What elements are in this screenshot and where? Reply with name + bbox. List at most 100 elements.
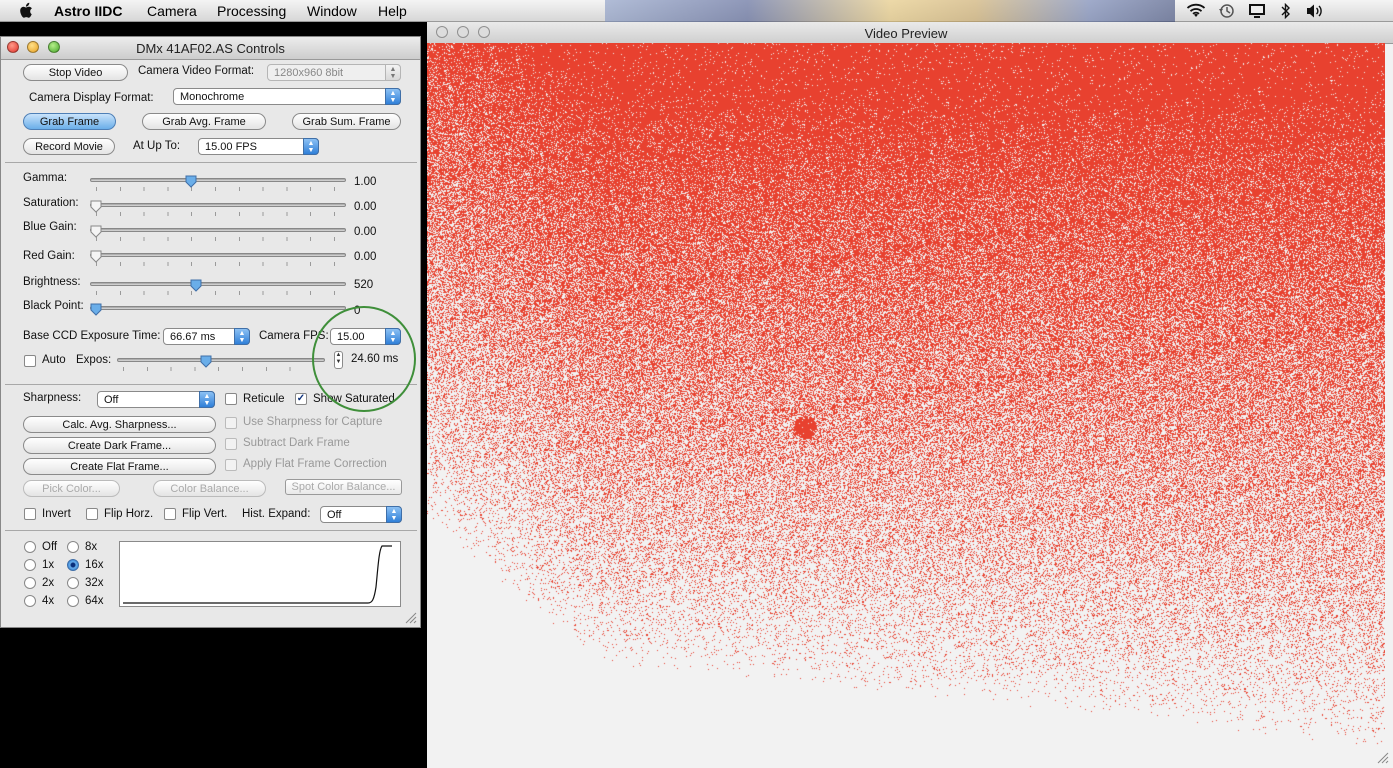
base-ccd-exposure-value: 66.67 ms [170, 331, 216, 343]
red-gain-value: 0.00 [354, 251, 377, 263]
show-saturated-checkbox[interactable]: ✓ [295, 393, 307, 405]
blue-gain-label: Blue Gain: [23, 221, 77, 233]
highlight-circle [312, 306, 416, 412]
zoom-radio-2x[interactable] [24, 577, 36, 589]
flip-vert-checkbox[interactable] [164, 508, 176, 520]
tick-marks [96, 291, 336, 295]
camera-display-format-select[interactable]: Monochrome ▲ ▼ [173, 88, 401, 105]
gamma-label: Gamma: [23, 172, 68, 184]
sharpness-select[interactable]: Off ▲ ▼ [97, 391, 215, 408]
zoom-radio-8x[interactable] [67, 541, 79, 553]
menu-camera[interactable]: Camera [147, 3, 197, 19]
zoom-option-label: 64x [85, 595, 104, 607]
black-point-slider-track[interactable] [90, 306, 346, 310]
zoom-radio-16x[interactable] [67, 559, 79, 571]
red-gain-slider-thumb[interactable] [90, 250, 102, 263]
apply-flat-checkbox[interactable] [225, 459, 237, 471]
spot-color-balance-button[interactable]: Spot Color Balance... [285, 479, 402, 495]
camera-video-format-value: 1280x960 8bit [274, 67, 344, 79]
invert-label: Invert [42, 508, 71, 520]
zoom-radio-1x[interactable] [24, 559, 36, 571]
zoom-radio-64x[interactable] [67, 595, 79, 607]
grab-frame-button[interactable]: Grab Frame [23, 113, 116, 130]
app-menu[interactable]: Astro IIDC [54, 3, 122, 19]
at-up-to-select[interactable]: 15.00 FPS ▲ ▼ [198, 138, 319, 155]
blue-gain-slider-thumb[interactable] [90, 225, 102, 238]
auto-label: Auto [42, 354, 66, 366]
base-ccd-exposure-label: Base CCD Exposure Time: [23, 330, 161, 342]
zoom-option-label: Off [42, 541, 58, 553]
zoom-radio-32x[interactable] [67, 577, 79, 589]
camera-display-format-value: Monochrome [180, 91, 245, 103]
subtract-dark-frame-checkbox[interactable] [225, 438, 237, 450]
menu-window[interactable]: Window [307, 3, 357, 19]
calc-avg-sharpness-button[interactable]: Calc. Avg. Sharpness... [23, 416, 216, 433]
use-sharpness-checkbox[interactable] [225, 417, 237, 429]
chevron-updown-icon: ▲ ▼ [199, 391, 215, 408]
color-balance-button[interactable]: Color Balance... [153, 480, 266, 497]
exposure-slider-track[interactable] [117, 358, 325, 362]
divider [5, 162, 417, 163]
black-point-slider-thumb[interactable] [90, 303, 102, 316]
at-up-to-value: 15.00 FPS [205, 141, 257, 153]
brightness-slider-thumb[interactable] [190, 279, 202, 292]
zoom-option-label: 2x [42, 577, 55, 589]
sharpness-label: Sharpness: [23, 392, 82, 404]
wifi-icon[interactable] [1186, 3, 1206, 19]
create-flat-frame-button[interactable]: Create Flat Frame... [23, 458, 216, 475]
saturation-slider-track[interactable] [90, 203, 346, 207]
apple-icon[interactable] [19, 2, 35, 20]
saturation-slider-thumb[interactable] [90, 200, 102, 213]
auto-exposure-checkbox[interactable] [24, 355, 36, 367]
menu-processing[interactable]: Processing [217, 3, 286, 19]
brightness-slider-track[interactable] [90, 282, 346, 286]
tick-marks [96, 187, 336, 191]
grab-avg-frame-button[interactable]: Grab Avg. Frame [142, 113, 266, 130]
saturation-value: 0.00 [354, 201, 377, 213]
use-sharpness-label: Use Sharpness for Capture [243, 416, 383, 428]
red-gain-slider-track[interactable] [90, 253, 346, 257]
zoom-radio-off[interactable] [24, 541, 36, 553]
bluetooth-icon[interactable] [1281, 3, 1291, 19]
brightness-label: Brightness: [23, 276, 81, 288]
video-titlebar: Video Preview [427, 22, 1393, 44]
base-ccd-exposure-select[interactable]: 66.67 ms ▲ ▼ [163, 328, 250, 345]
gamma-slider-track[interactable] [90, 178, 346, 182]
blue-gain-slider-track[interactable] [90, 228, 346, 232]
hist-expand-select[interactable]: Off ▲ ▼ [320, 506, 402, 523]
time-machine-icon[interactable] [1218, 3, 1235, 19]
stop-video-button[interactable]: Stop Video [23, 64, 128, 81]
chevron-updown-icon: ▲ ▼ [386, 506, 402, 523]
hist-expand-value: Off [327, 509, 342, 521]
volume-icon[interactable] [1306, 3, 1324, 19]
invert-checkbox[interactable] [24, 508, 36, 520]
tick-marks [123, 367, 323, 371]
record-movie-button[interactable]: Record Movie [23, 138, 115, 155]
expos-label: Expos: [76, 354, 112, 366]
tick-marks [96, 212, 336, 216]
apply-flat-label: Apply Flat Frame Correction [243, 458, 387, 470]
gamma-slider-thumb[interactable] [185, 175, 197, 188]
reticule-checkbox[interactable] [225, 393, 237, 405]
video-preview-image[interactable] [427, 43, 1385, 764]
grab-sum-frame-button[interactable]: Grab Sum. Frame [292, 113, 401, 130]
create-dark-frame-button[interactable]: Create Dark Frame... [23, 437, 216, 454]
camera-video-format-label: Camera Video Format: [138, 65, 255, 77]
resize-grip-icon[interactable] [403, 610, 417, 624]
zoom-radio-4x[interactable] [24, 595, 36, 607]
blue-gain-value: 0.00 [354, 226, 377, 238]
controls-titlebar: DMx 41AF02.AS Controls [1, 37, 420, 60]
pick-color-button[interactable]: Pick Color... [23, 480, 120, 497]
brightness-value: 520 [354, 279, 374, 291]
menu-help[interactable]: Help [378, 3, 407, 19]
flip-horz-checkbox[interactable] [86, 508, 98, 520]
chevron-updown-icon: ▲ ▼ [385, 88, 401, 105]
zoom-option-label: 16x [85, 559, 104, 571]
camera-video-format-select[interactable]: 1280x960 8bit ▲ ▼ [267, 64, 401, 81]
zoom-option-label: 32x [85, 577, 104, 589]
video-preview-window: Video Preview [427, 22, 1393, 768]
exposure-slider-thumb[interactable] [200, 355, 212, 368]
resize-grip-icon[interactable] [1375, 750, 1389, 764]
zoom-option-label: 4x [42, 595, 55, 607]
display-icon[interactable] [1248, 3, 1266, 19]
